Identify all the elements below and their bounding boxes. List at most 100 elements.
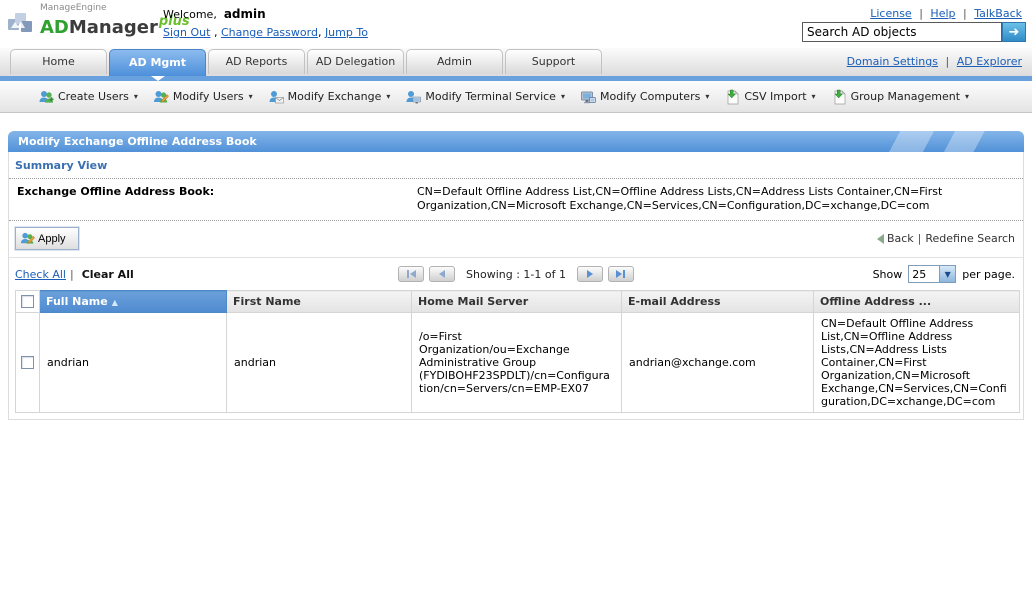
tab-support[interactable]: Support xyxy=(505,49,602,74)
chevron-down-icon: ▾ xyxy=(248,92,253,101)
panel-title: Modify Exchange Offline Address Book xyxy=(18,135,257,148)
redefine-search-link[interactable]: Redefine Search xyxy=(925,232,1015,245)
summary-view-heading: Summary View xyxy=(15,159,108,172)
manageengine-cubes-icon xyxy=(8,13,32,32)
session-links: Sign Out , Change Password, Jump To xyxy=(163,26,368,39)
last-page-button[interactable] xyxy=(607,266,634,282)
tab-ad-delegation[interactable]: AD Delegation xyxy=(307,49,404,74)
back-arrow-icon xyxy=(876,233,884,244)
ad-search: ➜ xyxy=(802,22,1026,42)
clear-all-link[interactable]: Clear All xyxy=(82,268,134,281)
csv-import-icon xyxy=(727,89,740,104)
select-all-cell xyxy=(15,290,40,313)
apply-button[interactable]: Apply xyxy=(14,226,80,251)
column-header-email-address[interactable]: E-mail Address xyxy=(621,290,814,313)
modify-terminal-service-menu[interactable]: Modify Terminal Service ▾ xyxy=(405,89,565,105)
action-toolbar: Create Users ▾ Modify Users ▾ Modify Exc… xyxy=(0,81,1032,113)
tab-admin[interactable]: Admin xyxy=(406,49,503,74)
jump-to-link[interactable]: Jump To xyxy=(325,26,368,39)
previous-page-button[interactable] xyxy=(429,266,456,282)
decorative-stripes xyxy=(820,131,1020,152)
summary-row: Exchange Offline Address Book: CN=Defaul… xyxy=(9,179,1023,220)
check-all-link[interactable]: Check All xyxy=(15,268,66,281)
table-header-row: Full Name ▲ First Name Home Mail Server E… xyxy=(15,290,1020,313)
help-link[interactable]: Help xyxy=(930,7,955,20)
tab-right-links: Domain Settings | AD Explorer xyxy=(846,55,1022,68)
cell-email-address: andrian@xchange.com xyxy=(621,312,814,413)
pagination: Showing : 1-1 of 1 xyxy=(9,258,1023,290)
top-bar: ManageEngine ADManagerplus Welcome, admi… xyxy=(0,0,1032,48)
cell-first-name: andrian xyxy=(226,312,412,413)
table-row: andrian andrian /o=First Organization/ou… xyxy=(15,312,1020,413)
action-row: Apply Back | Redefine Search xyxy=(9,221,1023,257)
select-all-checkbox[interactable] xyxy=(21,295,34,309)
show-label: Show xyxy=(872,267,903,281)
modify-users-menu[interactable]: Modify Users ▾ xyxy=(153,89,253,105)
search-input[interactable] xyxy=(802,22,1002,42)
oab-label: Exchange Offline Address Book: xyxy=(17,185,215,198)
panel-body: Summary View Exchange Offline Address Bo… xyxy=(8,152,1024,420)
page-size-select[interactable]: 25 ▼ xyxy=(908,265,957,283)
showing-text: Showing : 1-1 of 1 xyxy=(466,267,566,281)
create-users-menu[interactable]: Create Users ▾ xyxy=(38,89,138,105)
csv-import-menu[interactable]: CSV Import ▾ xyxy=(724,89,816,105)
chevron-down-icon: ▾ xyxy=(705,92,710,101)
modify-terminal-service-icon xyxy=(406,90,422,103)
modify-exchange-menu[interactable]: Modify Exchange ▾ xyxy=(268,89,391,105)
per-page-label: per page. xyxy=(962,267,1015,281)
group-management-menu[interactable]: Group Management ▾ xyxy=(831,89,969,105)
row-select-cell xyxy=(15,312,40,413)
column-header-home-mail-server[interactable]: Home Mail Server xyxy=(411,290,622,313)
previous-page-icon xyxy=(439,270,446,278)
panel-title-bar: Modify Exchange Offline Address Book xyxy=(8,131,1024,152)
sign-out-link[interactable]: Sign Out xyxy=(163,26,210,39)
tab-ad-mgmt[interactable]: AD Mgmt xyxy=(109,49,206,81)
first-page-icon xyxy=(406,270,409,278)
utility-links: License | Help | TalkBack xyxy=(870,7,1022,20)
column-header-first-name[interactable]: First Name xyxy=(226,290,412,313)
column-header-offline-address[interactable]: Offline Address ... xyxy=(813,290,1020,313)
tab-ad-reports[interactable]: AD Reports xyxy=(208,49,305,74)
search-go-button[interactable]: ➜ xyxy=(1002,22,1026,42)
welcome-text: Welcome, admin xyxy=(163,7,266,21)
tabs: Home AD Mgmt AD Reports AD Delegation Ad… xyxy=(10,49,602,81)
apply-icon xyxy=(20,232,35,244)
modify-exchange-icon xyxy=(269,90,284,103)
cell-offline-address: CN=Default Offline Address List,CN=Offli… xyxy=(813,312,1020,413)
chevron-down-icon: ▾ xyxy=(133,92,138,101)
page-size-control: Show 25 ▼ per page. xyxy=(873,265,1015,283)
sort-ascending-icon: ▲ xyxy=(111,298,118,307)
username: admin xyxy=(223,7,266,21)
tab-home[interactable]: Home xyxy=(10,49,107,74)
modify-computers-icon xyxy=(581,91,596,103)
dropdown-arrow-icon: ▼ xyxy=(939,266,956,282)
next-page-button[interactable] xyxy=(576,266,603,282)
row-checkbox[interactable] xyxy=(21,356,34,370)
cell-full-name: andrian xyxy=(39,312,227,413)
main-tab-bar: Home AD Mgmt AD Reports AD Delegation Ad… xyxy=(0,48,1032,81)
modify-oab-panel: Modify Exchange Offline Address Book Sum… xyxy=(8,131,1024,420)
chevron-down-icon: ▾ xyxy=(560,92,565,101)
column-header-full-name[interactable]: Full Name ▲ xyxy=(39,290,227,313)
back-redefine-links: Back | Redefine Search xyxy=(876,232,1015,245)
search-arrow-icon: ➜ xyxy=(1008,24,1020,40)
first-page-button[interactable] xyxy=(398,266,425,282)
next-page-icon xyxy=(586,270,593,278)
modify-computers-menu[interactable]: Modify Computers ▾ xyxy=(580,89,709,105)
change-password-link[interactable]: Change Password xyxy=(221,26,318,39)
oab-value: CN=Default Offline Address List,CN=Offli… xyxy=(417,185,943,212)
chevron-down-icon: ▾ xyxy=(965,92,970,101)
ad-explorer-link[interactable]: AD Explorer xyxy=(957,55,1022,68)
separator: , xyxy=(213,26,218,39)
talkback-link[interactable]: TalkBack xyxy=(974,7,1022,20)
domain-settings-link[interactable]: Domain Settings xyxy=(847,55,938,68)
back-link[interactable]: Back xyxy=(887,232,914,245)
license-link[interactable]: License xyxy=(870,7,911,20)
separator: , xyxy=(317,26,322,39)
results-table: Full Name ▲ First Name Home Mail Server E… xyxy=(15,290,1020,413)
group-management-icon xyxy=(833,89,846,104)
modify-users-icon xyxy=(153,90,169,102)
chevron-down-icon: ▾ xyxy=(386,92,391,101)
list-controls-row: Check All | Clear All Showing : 1-1 of 1… xyxy=(9,258,1023,290)
chevron-down-icon: ▾ xyxy=(811,92,816,101)
